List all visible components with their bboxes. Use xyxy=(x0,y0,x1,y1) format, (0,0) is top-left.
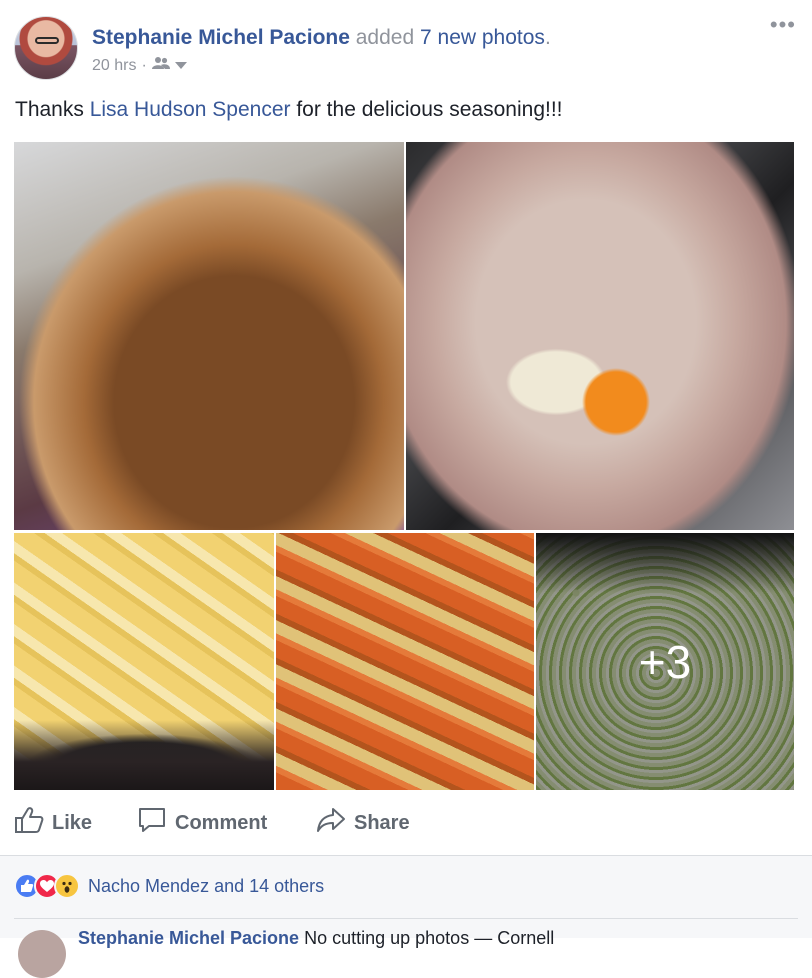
friends-audience-icon[interactable] xyxy=(151,56,170,75)
commenter-name[interactable]: Stephanie Michel Pacione xyxy=(78,928,299,948)
post-headline: Stephanie Michel Pacione added 7 new pho… xyxy=(92,26,551,50)
photo-raw-turkey[interactable] xyxy=(406,142,794,530)
share-label: Share xyxy=(354,811,410,834)
commenter-avatar[interactable] xyxy=(18,930,66,978)
message-text-before: Thanks xyxy=(15,98,90,121)
chevron-down-icon[interactable] xyxy=(174,57,187,75)
more-photos-count[interactable]: +3 xyxy=(536,533,794,790)
partial-comment: Stephanie Michel Pacione No cutting up p… xyxy=(78,928,554,949)
share-arrow-icon xyxy=(316,806,346,840)
action-suffix: . xyxy=(544,26,551,49)
photo-roasted-turkey[interactable] xyxy=(14,142,404,530)
thumbs-up-icon xyxy=(14,806,44,840)
tagged-person-link[interactable]: Lisa Hudson Spencer xyxy=(90,98,291,121)
post-header: Stephanie Michel Pacione added 7 new pho… xyxy=(14,14,798,82)
comment-label: Comment xyxy=(175,811,268,834)
share-button[interactable]: Share xyxy=(316,806,410,840)
reaction-icons xyxy=(14,873,80,899)
reactors-text[interactable]: Nacho Mendez and 14 others xyxy=(88,876,324,897)
post-meta: 20 hrs · xyxy=(92,56,187,75)
comment-button[interactable]: Comment xyxy=(137,806,267,840)
action-prefix: added xyxy=(355,26,415,49)
post-actions: Like Comment Share xyxy=(0,800,812,846)
comment-bubble-icon xyxy=(137,806,167,840)
photo-sweet-potatoes[interactable] xyxy=(276,533,534,790)
new-photos-link[interactable]: 7 new photos xyxy=(420,26,545,49)
like-button[interactable]: Like xyxy=(14,806,92,840)
wow-reaction-icon xyxy=(54,873,80,899)
like-label: Like xyxy=(52,811,93,834)
author-name[interactable]: Stephanie Michel Pacione xyxy=(92,26,350,49)
post-timestamp[interactable]: 20 hrs xyxy=(92,57,136,75)
avatar-glasses xyxy=(35,37,59,44)
reactions-summary[interactable]: Nacho Mendez and 14 others xyxy=(14,873,324,899)
comments-divider xyxy=(14,918,798,919)
author-avatar[interactable] xyxy=(14,16,78,80)
ellipsis-icon[interactable]: ••• xyxy=(770,14,796,36)
comment-text: No cutting up photos — Cornell xyxy=(304,928,555,948)
meta-separator: · xyxy=(141,56,147,74)
photo-celery-more[interactable]: +3 xyxy=(536,533,794,790)
message-text-after: for the delicious seasoning!!! xyxy=(290,98,563,121)
photo-potatoes[interactable] xyxy=(14,533,274,790)
post-message: Thanks Lisa Hudson Spencer for the delic… xyxy=(15,98,563,122)
